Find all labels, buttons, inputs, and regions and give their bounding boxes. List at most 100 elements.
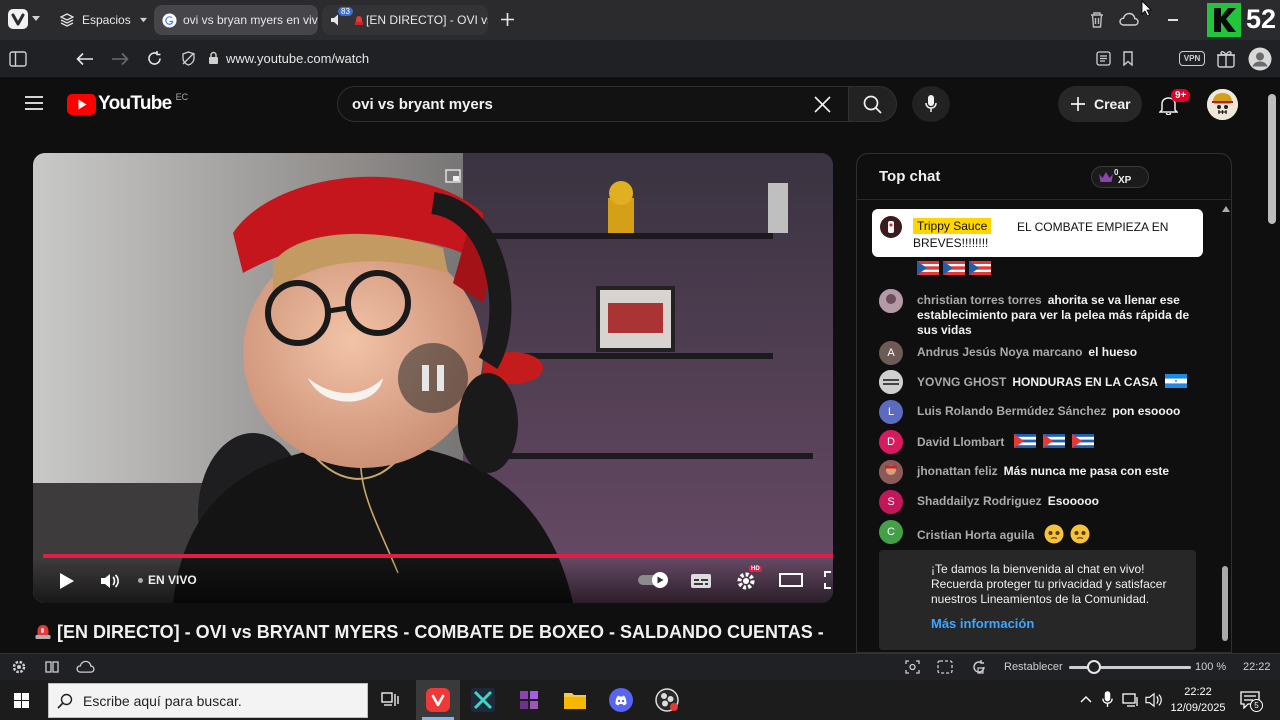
zoom-reset-button[interactable]: Restablecer <box>1004 661 1063 673</box>
user-avatar[interactable] <box>1207 89 1238 120</box>
speaker-volume-icon[interactable] <box>1145 692 1163 708</box>
xp-count: 0 <box>1114 168 1119 177</box>
miniplayer-icon[interactable] <box>445 169 461 183</box>
live-chat-panel: Top chat 0 XP EL COMBATE EMPIEZA EN BREV… <box>856 153 1232 653</box>
panel-toggle-icon[interactable] <box>9 51 27 67</box>
gift-icon[interactable] <box>1216 49 1236 68</box>
vivaldi-taskbar-icon[interactable] <box>416 680 460 720</box>
chevron-down-icon[interactable] <box>31 15 41 23</box>
search-button[interactable] <box>848 86 897 122</box>
autoplay-toggle[interactable] <box>637 571 669 589</box>
pleading-face-emoji-icon <box>1044 524 1064 544</box>
chat-text: HONDURAS EN LA CASA <box>1012 375 1158 389</box>
chat-avatar <box>879 370 903 394</box>
windows-taskbar: Escribe aquí para buscar. 22:22 12/09/20… <box>0 680 1280 720</box>
chat-author[interactable]: Luis Rolando Bermúdez Sánchez <box>917 404 1106 418</box>
profile-icon[interactable] <box>1248 47 1272 71</box>
youtube-logo[interactable]: YouTube EC <box>67 92 188 115</box>
play-button-icon[interactable] <box>59 572 75 590</box>
chat-author[interactable]: David Llombart <box>917 435 1004 449</box>
live-indicator[interactable]: EN VIVO <box>138 573 197 587</box>
clear-search-icon[interactable] <box>814 96 831 113</box>
clock-date: 12/09/2025 <box>1170 702 1226 714</box>
pinned-message[interactable]: EL COMBATE EMPIEZA EN BREVES!!!!!!!! Tri… <box>872 209 1203 257</box>
chat-scrollbar[interactable] <box>1222 206 1230 646</box>
trash-icon[interactable] <box>1089 11 1105 28</box>
live-label: EN VIVO <box>148 573 197 587</box>
taskbar-clock[interactable]: 22:22 12/09/2025 <box>1168 684 1228 716</box>
reload-settings-icon[interactable] <box>971 659 987 675</box>
windows-start-icon[interactable] <box>14 693 29 708</box>
honduras-flag-icon <box>1165 374 1191 390</box>
vivaldi-menu-icon[interactable] <box>8 9 28 29</box>
volume-icon[interactable] <box>100 572 120 590</box>
cloud-sync-icon[interactable] <box>1119 12 1139 27</box>
microphone-tray-icon[interactable] <box>1102 691 1113 708</box>
chat-author[interactable]: jhonattan feliz <box>917 464 998 478</box>
more-info-link[interactable]: Más información <box>931 616 1034 631</box>
puerto-rico-flag-icon <box>917 260 943 278</box>
task-view-icon[interactable] <box>368 680 412 720</box>
page-scrollbar-thumb[interactable] <box>1268 94 1276 224</box>
k-logo-overlay <box>1207 3 1241 37</box>
chat-author[interactable]: Cristian Horta aguila <box>917 528 1034 542</box>
zoom-level: 100 % <box>1195 661 1227 673</box>
obs-studio-icon[interactable] <box>645 680 689 720</box>
search-input[interactable]: ovi vs bryant myers <box>337 86 849 122</box>
scroll-up-arrow-icon[interactable] <box>1222 206 1230 212</box>
xp-badge[interactable]: 0 XP <box>1091 166 1149 188</box>
app-icon-purple[interactable] <box>507 680 551 720</box>
forward-arrow-icon[interactable] <box>111 52 129 66</box>
workspaces-button[interactable]: Espacios <box>52 5 152 35</box>
tile-tabs-icon[interactable] <box>45 661 59 673</box>
action-center-icon[interactable]: 5 <box>1240 691 1263 712</box>
new-tab-icon[interactable] <box>500 12 515 27</box>
tab-search-results[interactable]: ovi vs bryan myers en vivo <box>154 5 318 35</box>
chat-mode-dropdown[interactable]: Top chat <box>879 168 940 185</box>
live-red-dot-icon <box>354 15 364 25</box>
minimize-window-button[interactable] <box>1168 19 1178 21</box>
chat-author[interactable]: christian torres torres <box>917 293 1042 307</box>
taskbar-search-input[interactable]: Escribe aquí para buscar. <box>48 683 368 718</box>
vpn-button[interactable]: VPN <box>1179 51 1205 66</box>
bookmark-icon[interactable] <box>1122 51 1134 66</box>
puerto-rico-flag-icon <box>943 260 969 278</box>
video-title: [EN DIRECTO] - OVI vs BRYANT MYERS - COM… <box>33 617 823 647</box>
google-icon <box>162 12 177 28</box>
address-bar: www.youtube.com/watch VPN <box>0 40 1280 78</box>
video-title-text: [EN DIRECTO] - OVI vs BRYANT MYERS - COM… <box>57 621 823 642</box>
settings-icon[interactable] <box>11 659 27 675</box>
tracker-blocker-icon[interactable] <box>181 51 196 66</box>
tab-live-stream[interactable]: 83 [EN DIRECTO] - OVI vs B <box>322 5 488 35</box>
chat-author[interactable]: Shaddailyz Rodriguez <box>917 494 1042 508</box>
reload-icon[interactable] <box>146 50 163 67</box>
app-icon-teal[interactable] <box>461 680 505 720</box>
show-hidden-icons-chevron[interactable] <box>1080 695 1092 703</box>
url-field[interactable]: www.youtube.com/watch <box>226 51 369 66</box>
fullscreen-icon[interactable] <box>824 571 833 589</box>
back-arrow-icon[interactable] <box>76 52 94 66</box>
camera-capture-icon[interactable] <box>905 660 920 674</box>
chat-author[interactable]: Andrus Jesús Noya marcano <box>917 345 1082 359</box>
theater-mode-icon[interactable] <box>779 572 803 588</box>
chat-avatar: C <box>879 520 903 544</box>
progress-bar[interactable] <box>43 554 833 558</box>
video-player[interactable]: EN VIVO HD <box>33 153 833 603</box>
settings-gear-icon[interactable]: HD <box>735 566 762 592</box>
network-icon[interactable] <box>1122 693 1140 707</box>
create-button[interactable]: Crear <box>1058 86 1142 122</box>
reader-view-icon[interactable] <box>1096 51 1111 66</box>
lock-icon[interactable] <box>208 51 219 65</box>
chat-avatar: S <box>879 490 903 514</box>
discord-icon[interactable] <box>599 680 643 720</box>
voice-search-button[interactable] <box>912 86 950 122</box>
zoom-slider-handle[interactable] <box>1087 660 1101 674</box>
file-explorer-icon[interactable] <box>553 680 597 720</box>
chat-scrollbar-thumb[interactable] <box>1222 566 1228 641</box>
page-actions-icon[interactable] <box>937 660 953 674</box>
hamburger-menu-icon[interactable] <box>25 96 43 110</box>
chat-author[interactable]: YOVNG GHOST <box>917 375 1006 389</box>
crown-icon <box>1098 171 1114 183</box>
subtitles-icon[interactable] <box>690 573 712 589</box>
sync-cloud-icon[interactable] <box>76 660 95 674</box>
